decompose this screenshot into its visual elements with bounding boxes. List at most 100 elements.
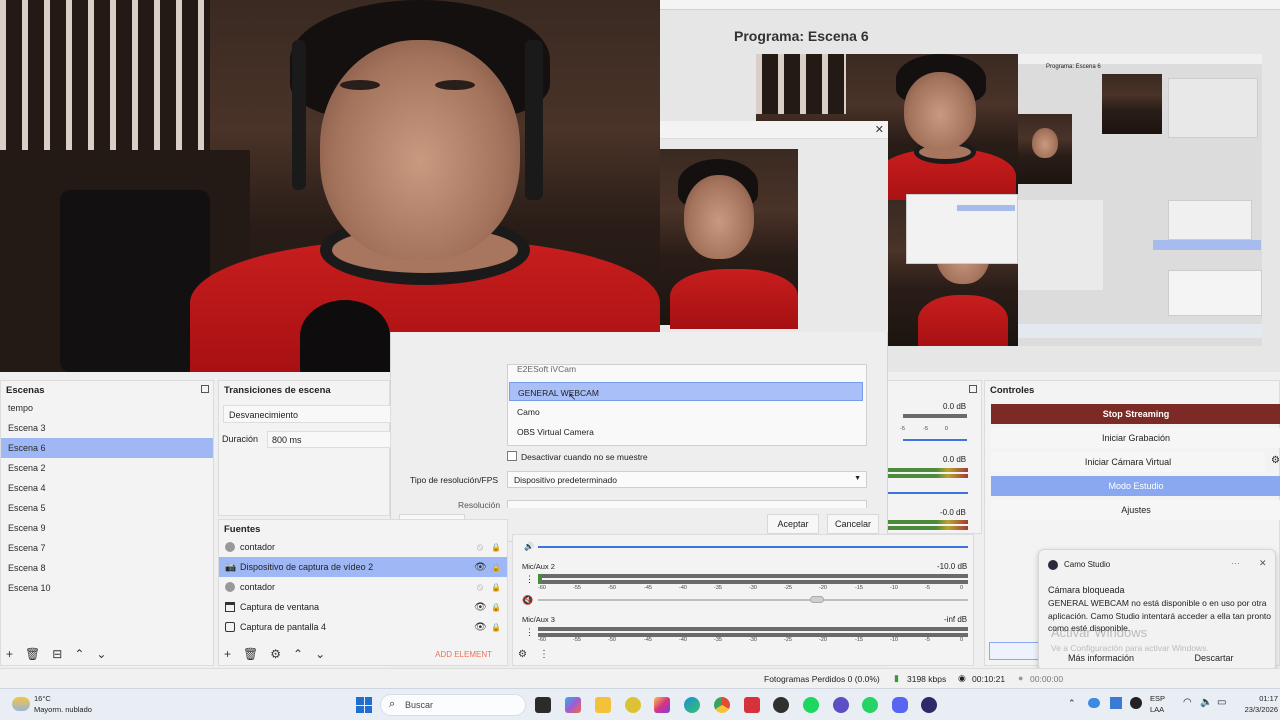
- more-icon[interactable]: ⋮: [539, 649, 549, 660]
- start-recording-button[interactable]: Iniciar Grabación: [991, 428, 1280, 448]
- source-row-selected[interactable]: 📷 Dispositivo de captura de vídeo 2 👁 🔒: [219, 557, 507, 577]
- tray-icon[interactable]: [1110, 697, 1122, 709]
- float-dock-icon[interactable]: [201, 385, 209, 393]
- source-row[interactable]: Captura de ventana 👁 🔒: [219, 597, 507, 617]
- scene-item[interactable]: Escena 2: [1, 458, 213, 478]
- trash-icon[interactable]: 🗑: [25, 647, 40, 661]
- resolution-type-select[interactable]: Dispositivo predeterminado ▼: [507, 471, 867, 488]
- lock-icon[interactable]: 🔒: [491, 603, 501, 612]
- gear-icon[interactable]: ⚙: [518, 649, 527, 660]
- cancel-button[interactable]: Cancelar: [827, 514, 879, 534]
- lock-icon[interactable]: 🔒: [491, 563, 501, 572]
- move-up-icon[interactable]: ⌃: [293, 647, 303, 661]
- dismiss-button[interactable]: Descartar: [1159, 650, 1269, 666]
- source-row[interactable]: Captura de pantalla 4 👁 🔒: [219, 617, 507, 637]
- obs-icon[interactable]: [773, 697, 789, 713]
- filter-icon[interactable]: ⊟: [52, 647, 62, 661]
- camo-icon[interactable]: [921, 697, 937, 713]
- duration-input[interactable]: 800 ms: [267, 431, 391, 448]
- volume-slider[interactable]: [888, 492, 968, 494]
- device-option[interactable]: OBS Virtual Camera: [509, 422, 863, 441]
- volume-handle[interactable]: [810, 596, 824, 603]
- app-icon[interactable]: [625, 697, 641, 713]
- studio-mode-button[interactable]: Modo Estudio: [991, 476, 1280, 496]
- clock-time[interactable]: 01:17: [1238, 694, 1278, 703]
- wifi-icon[interactable]: ◠: [1183, 697, 1192, 708]
- monitor-icon: [225, 622, 235, 632]
- lock-icon[interactable]: 🔒: [491, 543, 501, 552]
- gear-icon[interactable]: ⚙: [1271, 455, 1280, 466]
- start-icon[interactable]: [356, 697, 372, 713]
- scene-item[interactable]: Escena 7: [1, 538, 213, 558]
- gear-icon[interactable]: ⚙: [270, 647, 281, 661]
- copilot-icon[interactable]: [565, 697, 581, 713]
- tray-icon[interactable]: [1130, 697, 1142, 709]
- more-options-icon[interactable]: ···: [1231, 558, 1240, 568]
- volume-track[interactable]: [538, 599, 968, 601]
- accept-button[interactable]: Aceptar: [767, 514, 819, 534]
- scene-item[interactable]: Escena 9: [1, 518, 213, 538]
- resolution-select[interactable]: [507, 500, 867, 508]
- device-option[interactable]: E2ESoft iVCam: [509, 364, 863, 374]
- add-element-button[interactable]: ADD ELEMENT: [435, 650, 492, 659]
- scene-item[interactable]: Escena 10: [1, 578, 213, 598]
- add-icon[interactable]: +: [6, 647, 13, 661]
- volume-icon[interactable]: 🔈: [1200, 697, 1212, 708]
- wps-icon[interactable]: [744, 697, 760, 713]
- weather-icon[interactable]: [12, 697, 30, 711]
- exit-button[interactable]: [989, 642, 1039, 660]
- move-down-icon[interactable]: ⌄: [315, 647, 325, 661]
- more-info-button[interactable]: Más información: [1047, 650, 1155, 666]
- float-dock-icon[interactable]: [969, 385, 977, 393]
- eye-hidden-icon[interactable]: ⦸: [474, 542, 486, 553]
- stop-streaming-button[interactable]: Stop Streaming: [991, 404, 1280, 424]
- scene-item[interactable]: Escena 8: [1, 558, 213, 578]
- keyboard-layout[interactable]: LAA: [1150, 705, 1164, 714]
- onedrive-icon[interactable]: [1088, 698, 1100, 708]
- chevron-up-icon[interactable]: ⌃: [1068, 698, 1076, 709]
- move-up-icon[interactable]: ⌃: [74, 647, 84, 661]
- scene-item[interactable]: Escena 5: [1, 498, 213, 518]
- file-explorer-icon[interactable]: [595, 697, 611, 713]
- lock-icon[interactable]: 🔒: [491, 583, 501, 592]
- language-code[interactable]: ESP: [1150, 694, 1165, 703]
- move-down-icon[interactable]: ⌄: [96, 647, 106, 661]
- volume-slider[interactable]: [538, 546, 968, 548]
- start-virtual-camera-button[interactable]: Iniciar Cámara Virtual: [991, 452, 1265, 472]
- taskbar-search[interactable]: ⌕ Buscar: [380, 694, 526, 716]
- device-option[interactable]: Camo: [509, 402, 863, 421]
- transition-select[interactable]: Desvanecimiento: [223, 405, 391, 423]
- close-icon[interactable]: ✕: [1259, 558, 1267, 569]
- eye-icon[interactable]: 👁: [474, 562, 487, 573]
- scene-item-selected[interactable]: Escena 6: [1, 438, 213, 458]
- close-icon[interactable]: ✕: [875, 123, 884, 136]
- discord-icon[interactable]: [892, 697, 908, 713]
- lock-icon[interactable]: 🔒: [491, 623, 501, 632]
- volume-slider[interactable]: [903, 439, 967, 441]
- instagram-icon[interactable]: [654, 697, 670, 713]
- scene-item[interactable]: Escena 4: [1, 478, 213, 498]
- scene-item[interactable]: tempo: [1, 398, 213, 418]
- chrome-icon[interactable]: [714, 697, 730, 713]
- spotify-icon[interactable]: [803, 697, 819, 713]
- whatsapp-icon[interactable]: [862, 697, 878, 713]
- eye-icon[interactable]: 👁: [474, 602, 487, 613]
- eye-hidden-icon[interactable]: ⦸: [474, 582, 486, 593]
- clock-date[interactable]: 23/3/2026: [1224, 705, 1278, 714]
- settings-button[interactable]: Ajustes: [991, 500, 1280, 520]
- muted-speaker-icon[interactable]: 🔇: [522, 595, 533, 606]
- trash-icon[interactable]: 🗑: [243, 647, 258, 661]
- edge-icon[interactable]: [684, 697, 700, 713]
- more-icon[interactable]: ⋮: [525, 627, 534, 638]
- speaker-icon[interactable]: 🔊: [524, 542, 534, 551]
- app-icon[interactable]: [833, 697, 849, 713]
- add-icon[interactable]: +: [224, 647, 231, 661]
- task-view-icon[interactable]: [535, 697, 551, 713]
- deactivate-checkbox[interactable]: [507, 451, 517, 461]
- scene-item[interactable]: Escena 3: [1, 418, 213, 438]
- device-option-selected[interactable]: GENERAL WEBCAM: [509, 382, 863, 401]
- eye-icon[interactable]: 👁: [474, 622, 487, 633]
- source-row[interactable]: contador ⦸ 🔒: [219, 577, 507, 597]
- more-icon[interactable]: ⋮: [525, 574, 534, 585]
- source-row[interactable]: contador ⦸ 🔒: [219, 537, 507, 557]
